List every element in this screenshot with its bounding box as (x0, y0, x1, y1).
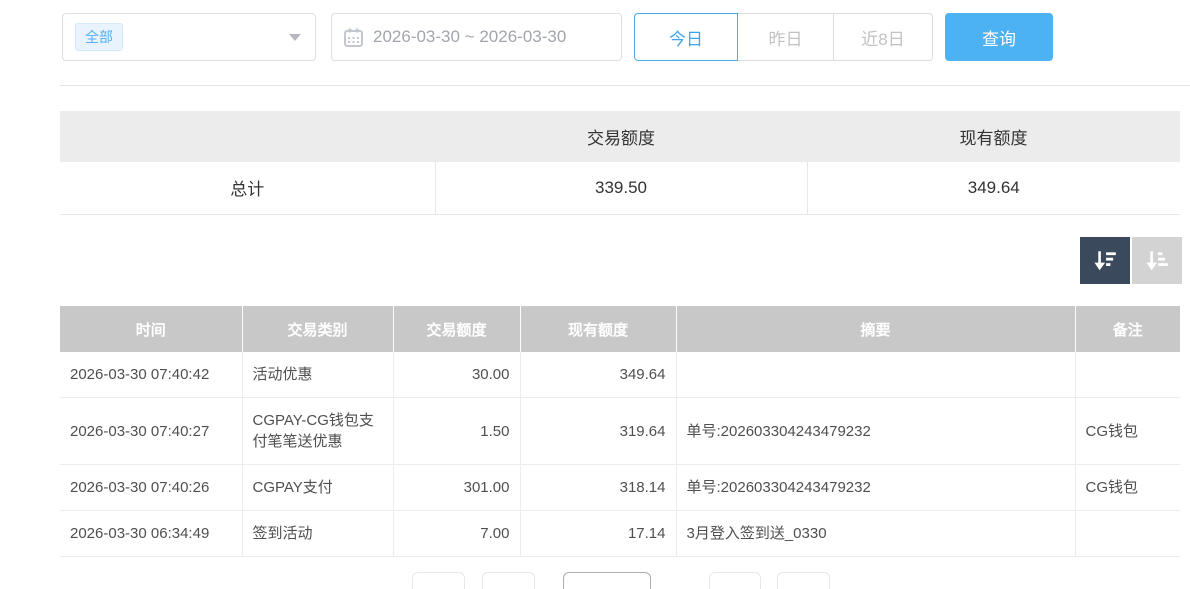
cell-type: 签到活动 (242, 511, 393, 557)
yesterday-button[interactable]: 昨日 (738, 13, 833, 61)
table-row: 2026-03-30 06:34:49 签到活动 7.00 17.14 3月登入… (60, 511, 1180, 557)
pagination-last-button[interactable] (777, 572, 830, 589)
cell-summary (676, 352, 1075, 398)
summary-header-transaction-amount: 交易额度 (435, 111, 807, 162)
cell-time: 2026-03-30 07:40:27 (60, 398, 242, 465)
col-header-time: 时间 (60, 306, 242, 352)
pagination-prev-button[interactable] (482, 572, 535, 589)
quick-range-group: 今日 昨日 近8日 (634, 13, 933, 61)
calendar-icon (344, 28, 363, 47)
cell-summary: 单号:202603304243479232 (676, 465, 1075, 511)
col-header-balance: 现有额度 (520, 306, 676, 352)
sort-ascending-button[interactable] (1132, 237, 1182, 284)
cell-balance: 349.64 (520, 352, 676, 398)
cell-remark (1075, 352, 1180, 398)
transaction-type-select[interactable]: 全部 (62, 13, 316, 61)
cell-time: 2026-03-30 07:40:42 (60, 352, 242, 398)
summary-header-current-amount: 现有额度 (807, 111, 1180, 162)
sort-toolbar (1080, 237, 1182, 284)
col-header-remark: 备注 (1075, 306, 1180, 352)
summary-total-transaction-amount: 339.50 (435, 162, 807, 214)
cell-balance: 319.64 (520, 398, 676, 465)
cell-amount: 301.00 (393, 465, 520, 511)
cell-amount: 30.00 (393, 352, 520, 398)
table-row: 2026-03-30 07:40:27 CGPAY-CG钱包支付笔笔送优惠 1.… (60, 398, 1180, 465)
sort-descending-button[interactable] (1080, 237, 1130, 284)
cell-summary: 3月登入签到送_0330 (676, 511, 1075, 557)
toolbar-divider (60, 85, 1190, 86)
transactions-header-row: 时间 交易类别 交易额度 现有额度 摘要 备注 (60, 306, 1180, 352)
transactions-table: 时间 交易类别 交易额度 现有额度 摘要 备注 2026-03-30 07:40… (60, 306, 1180, 557)
sort-amount-asc-icon (1144, 248, 1170, 274)
date-range-value: 2026-03-30 ~ 2026-03-30 (373, 27, 566, 47)
pagination-page-input[interactable] (563, 572, 651, 589)
cell-summary: 单号:202603304243479232 (676, 398, 1075, 465)
cell-type: CGPAY支付 (242, 465, 393, 511)
summary-header-row: 交易额度 现有额度 (60, 111, 1180, 162)
cell-remark: CG钱包 (1075, 465, 1180, 511)
col-header-type: 交易类别 (242, 306, 393, 352)
cell-time: 2026-03-30 06:34:49 (60, 511, 242, 557)
cell-type: CGPAY-CG钱包支付笔笔送优惠 (242, 398, 393, 465)
cell-balance: 318.14 (520, 465, 676, 511)
sort-amount-desc-icon (1092, 248, 1118, 274)
cell-remark: CG钱包 (1075, 398, 1180, 465)
cell-amount: 7.00 (393, 511, 520, 557)
cell-type: 活动优惠 (242, 352, 393, 398)
summary-total-current-amount: 349.64 (807, 162, 1180, 214)
summary-header-blank (60, 111, 435, 162)
today-button[interactable]: 今日 (634, 13, 738, 61)
cell-amount: 1.50 (393, 398, 520, 465)
cell-balance: 17.14 (520, 511, 676, 557)
filter-toolbar: 全部 2026-03-30 ~ 2026-03-30 今日 昨日 近8日 查询 (62, 13, 1053, 61)
summary-total-label: 总计 (60, 162, 435, 214)
cell-time: 2026-03-30 07:40:26 (60, 465, 242, 511)
col-header-summary: 摘要 (676, 306, 1075, 352)
summary-total-row: 总计 339.50 349.64 (60, 162, 1180, 214)
col-header-amount: 交易额度 (393, 306, 520, 352)
date-range-picker[interactable]: 2026-03-30 ~ 2026-03-30 (331, 13, 622, 61)
query-button[interactable]: 查询 (945, 13, 1053, 61)
selected-type-tag[interactable]: 全部 (75, 23, 123, 51)
pagination-next-button[interactable] (709, 572, 761, 589)
table-row: 2026-03-30 07:40:26 CGPAY支付 301.00 318.1… (60, 465, 1180, 511)
transaction-report-page: 全部 2026-03-30 ~ 2026-03-30 今日 昨日 近8日 查询 (0, 0, 1190, 589)
chevron-down-icon (289, 34, 301, 41)
summary-table: 交易额度 现有额度 总计 339.50 349.64 (60, 111, 1180, 215)
table-row: 2026-03-30 07:40:42 活动优惠 30.00 349.64 (60, 352, 1180, 398)
cell-remark (1075, 511, 1180, 557)
last-8-days-button[interactable]: 近8日 (833, 13, 933, 61)
pagination-first-button[interactable] (412, 572, 465, 589)
